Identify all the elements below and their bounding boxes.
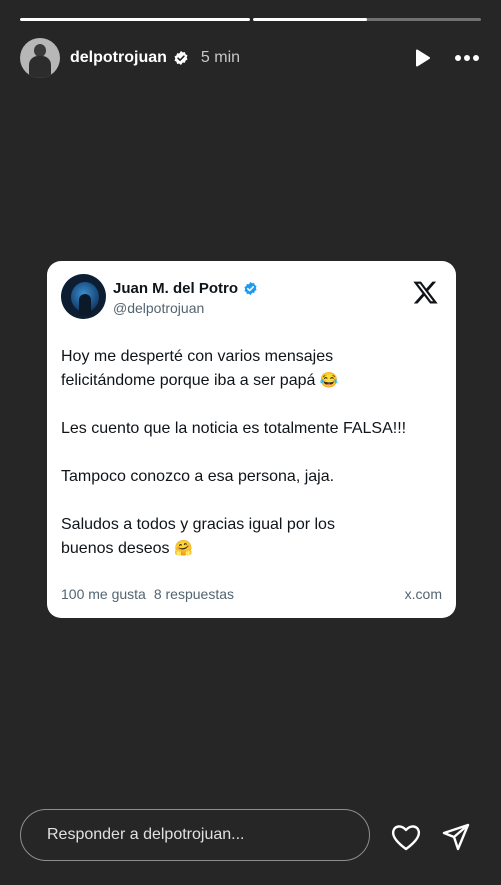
laughing-emoji: 😂: [319, 372, 339, 389]
tweet-footer: 100 me gusta 8 respuestas x.com: [61, 586, 442, 602]
tweet-display-name: Juan M. del Potro: [113, 280, 239, 297]
play-button[interactable]: [411, 47, 433, 69]
tweet-author: Juan M. del Potro: [113, 280, 258, 297]
send-icon[interactable]: [441, 822, 471, 852]
tweet-paragraph-4: Saludos a todos y gracias igual por los …: [61, 516, 335, 557]
verified-badge-icon: [244, 281, 257, 296]
progress-fill-1: [20, 18, 250, 21]
tweet-paragraph-3: Tampoco conozco a esa persona, jaja.: [61, 468, 335, 485]
tweet-paragraph-2: Les cuento que la noticia es totalmente …: [61, 420, 407, 437]
tweet-handle: @delpotrojuan: [113, 300, 205, 316]
story-progress: [20, 18, 481, 21]
story-header: delpotrojuan 5 min: [20, 36, 481, 80]
verified-badge-icon: [174, 51, 188, 65]
heart-icon[interactable]: [390, 822, 422, 852]
tweet-replies: 8 respuestas: [153, 586, 235, 602]
more-options-button[interactable]: [453, 47, 481, 69]
tweet-avatar: [61, 274, 106, 319]
tweet-card[interactable]: Juan M. del Potro @delpotrojuan Hoy me d…: [47, 261, 456, 618]
post-time: 5 min: [200, 49, 241, 66]
reply-input[interactable]: Responder a delpotrojuan...: [20, 809, 370, 861]
progress-fill-2: [253, 18, 367, 21]
more-icon: [455, 55, 479, 61]
tweet-paragraph-1: Hoy me desperté con varios mensajes feli…: [61, 348, 339, 389]
tweet-domain: x.com: [404, 586, 442, 602]
tweet-likes: 100 me gusta: [61, 586, 146, 602]
username[interactable]: delpotrojuan: [70, 49, 167, 67]
avatar[interactable]: [20, 38, 60, 78]
hugging-emoji: 🤗: [173, 540, 193, 557]
progress-segment-2: [253, 18, 481, 21]
x-logo-icon: [413, 281, 438, 304]
tweet-text: Hoy me desperté con varios mensajes feli…: [61, 345, 446, 585]
progress-segment-1: [20, 18, 250, 21]
play-icon: [416, 49, 430, 67]
